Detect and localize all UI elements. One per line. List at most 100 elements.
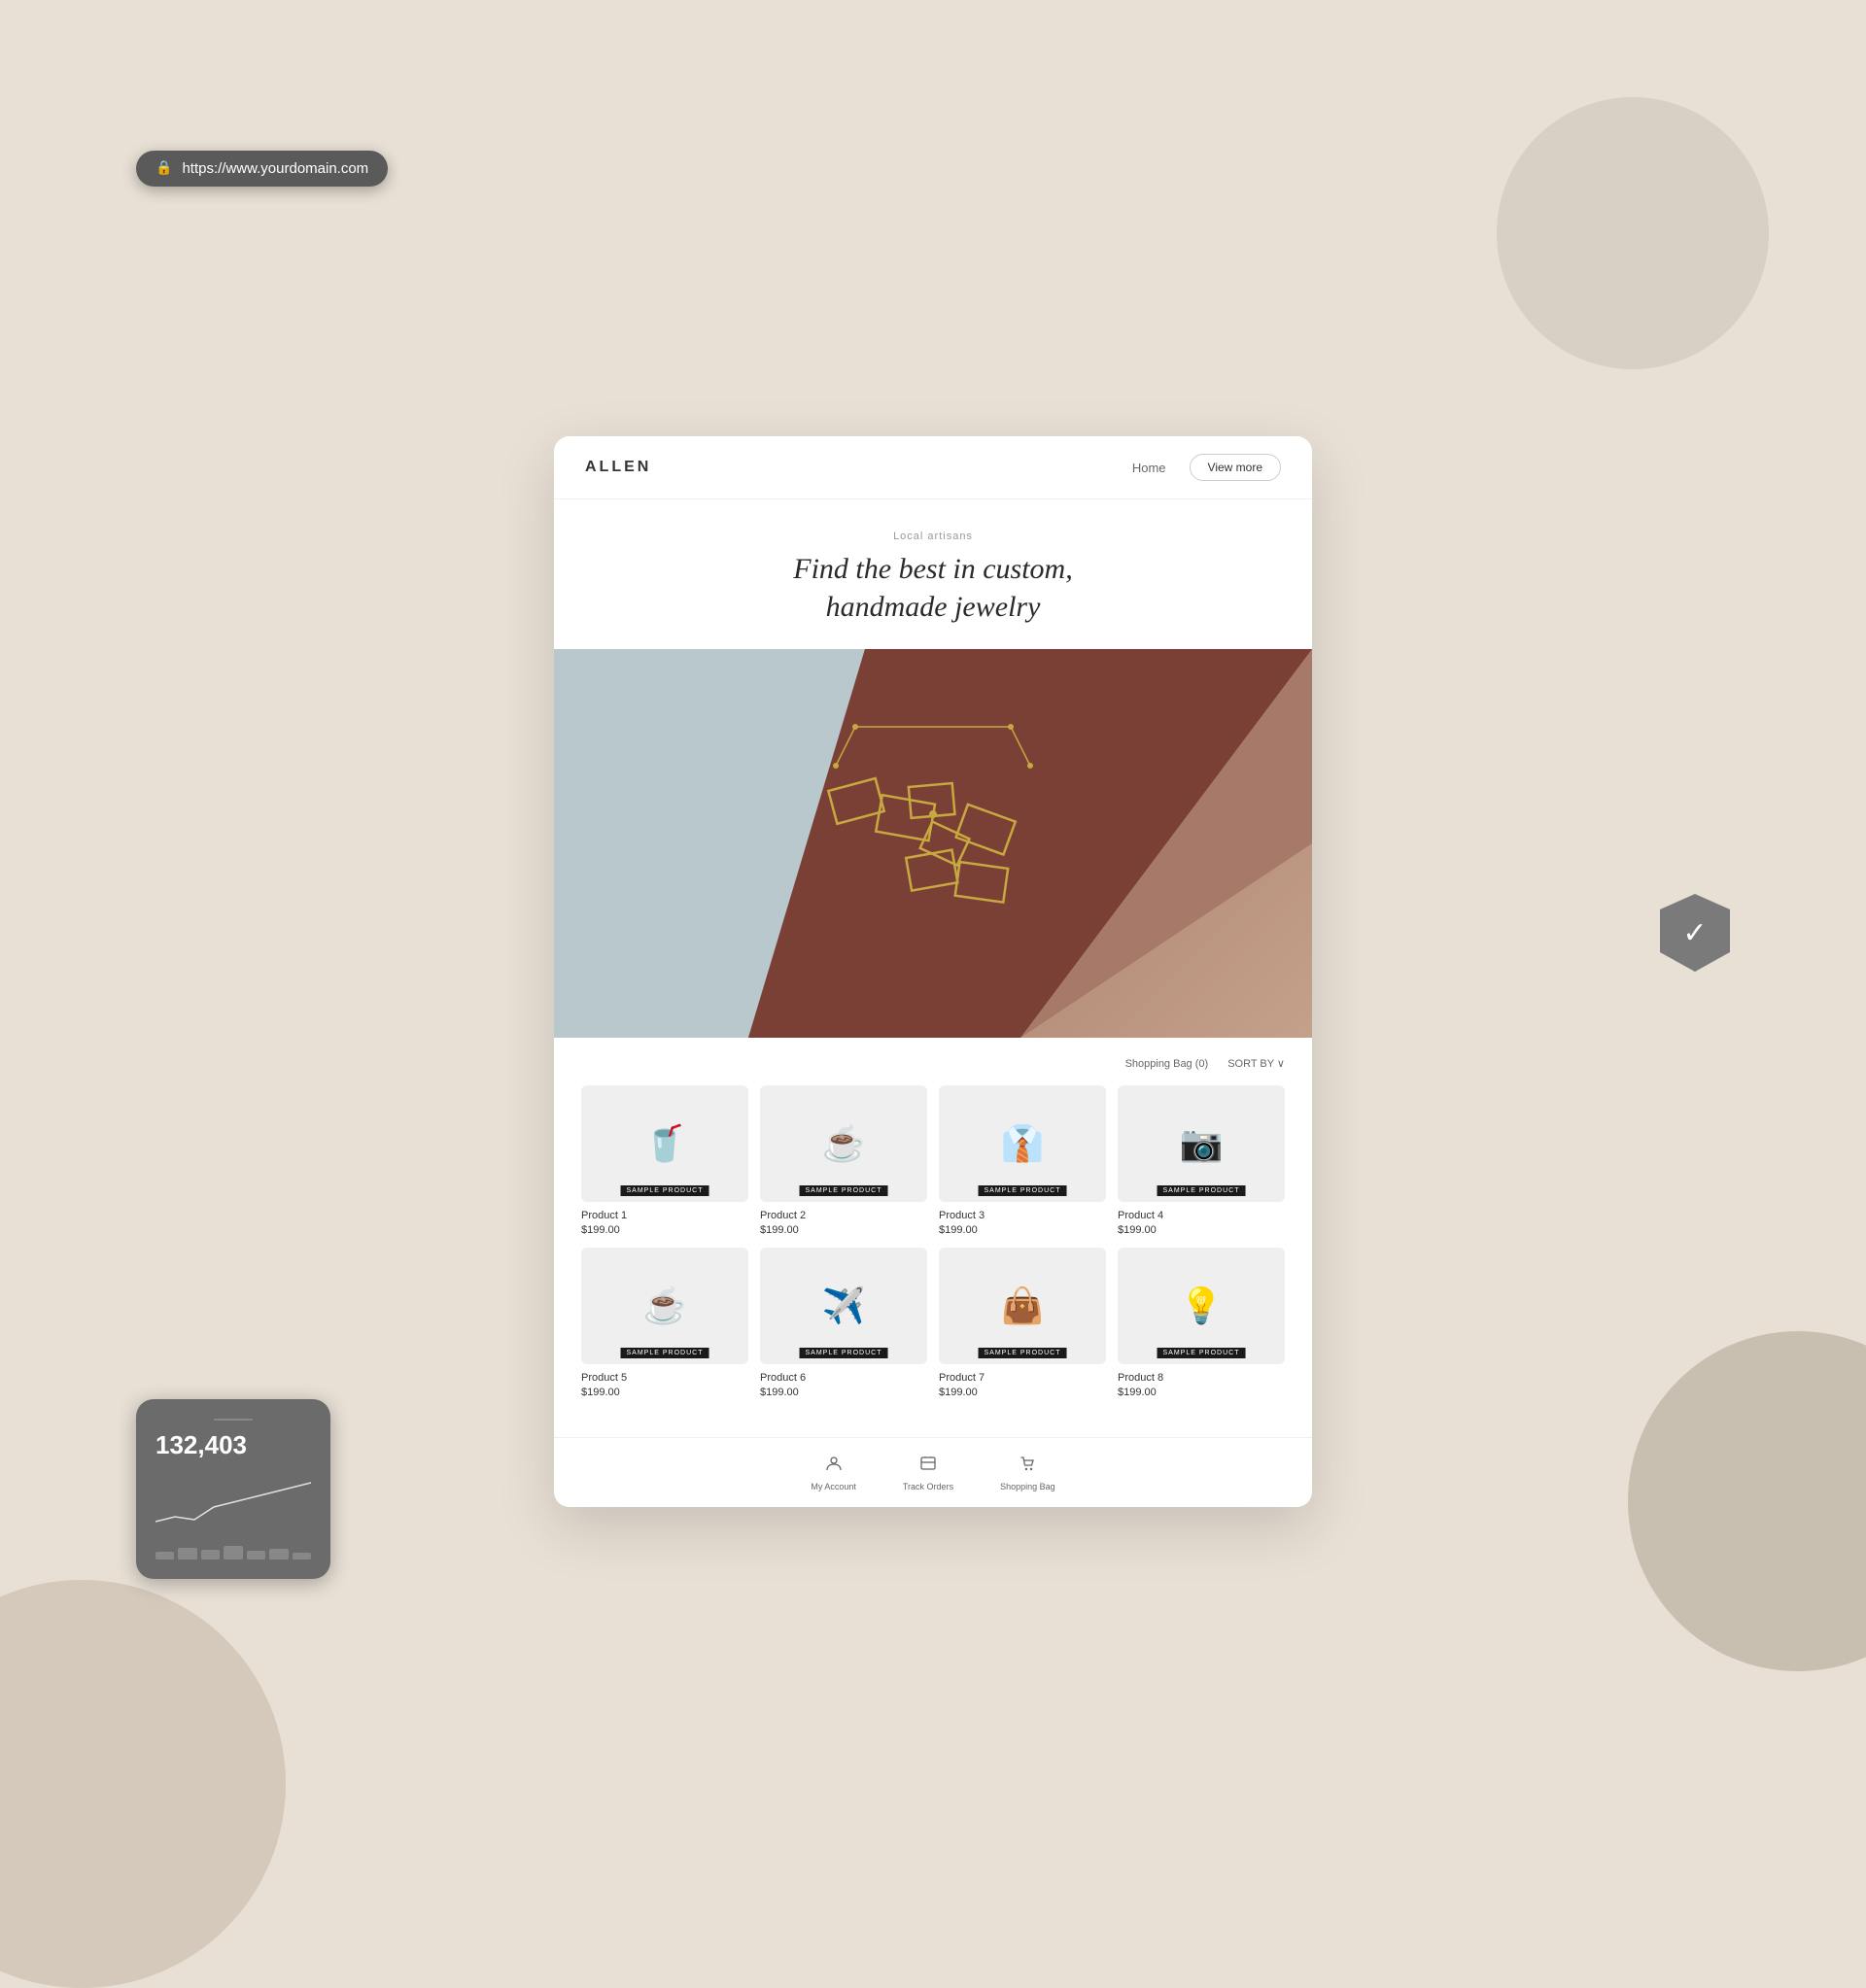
product-card-8[interactable]: 💡 SAMPLE PRODUCT Product 8 $199.00 (1118, 1248, 1285, 1398)
product-name-7: Product 7 (939, 1372, 1106, 1384)
product-badge-6: SAMPLE PRODUCT (800, 1348, 888, 1358)
product-icon-8: 💡 (1180, 1285, 1224, 1326)
url-bar[interactable]: 🔒 https://www.yourdomain.com (136, 151, 388, 187)
product-icon-2: ☕ (822, 1123, 866, 1164)
stats-widget: 132,403 (136, 1399, 330, 1579)
bar-5 (247, 1551, 265, 1560)
product-name-5: Product 5 (581, 1372, 748, 1384)
product-badge-5: SAMPLE PRODUCT (621, 1348, 709, 1358)
site-logo: ALLEN (585, 459, 651, 476)
nav-home-link[interactable]: Home (1132, 461, 1166, 475)
product-price-6: $199.00 (760, 1387, 927, 1398)
bottom-nav-icon-1 (918, 1454, 938, 1478)
checkmark-icon: ✓ (1682, 916, 1707, 950)
bottom-nav-label-1: Track Orders (903, 1482, 953, 1491)
product-badge-4: SAMPLE PRODUCT (1158, 1185, 1246, 1196)
product-image-bg-1: 🥤 (581, 1085, 748, 1202)
bottom-nav-item-my-account[interactable]: My Account (811, 1454, 856, 1491)
hero-title-line1: Find the best in custom, (793, 553, 1072, 585)
shopping-bag-label: Shopping Bag (0) (1125, 1058, 1209, 1070)
product-image-6: ✈️ SAMPLE PRODUCT (760, 1248, 927, 1364)
bg-shape-left (0, 1580, 286, 1988)
product-card-1[interactable]: 🥤 SAMPLE PRODUCT Product 1 $199.00 (581, 1085, 748, 1236)
url-text: https://www.yourdomain.com (182, 160, 368, 177)
products-header: Shopping Bag (0) SORT BY ∨ (581, 1057, 1285, 1070)
product-image-bg-8: 💡 (1118, 1248, 1285, 1364)
bg-shape-right (1628, 1331, 1866, 1671)
bottom-nav-item-track-orders[interactable]: Track Orders (903, 1454, 953, 1491)
product-image-bg-3: 👔 (939, 1085, 1106, 1202)
widget-handle (214, 1419, 253, 1421)
lock-icon: 🔒 (156, 160, 172, 177)
product-image-bg-2: ☕ (760, 1085, 927, 1202)
bg-shape-top-right (1497, 97, 1769, 369)
bottom-nav: My Account Track Orders Shopping Bag (554, 1437, 1312, 1507)
product-name-6: Product 6 (760, 1372, 927, 1384)
bar-4 (224, 1546, 242, 1560)
product-name-4: Product 4 (1118, 1210, 1285, 1221)
site-header: ALLEN Home View more (554, 436, 1312, 499)
bottom-nav-icon-2 (1018, 1454, 1037, 1478)
product-price-4: $199.00 (1118, 1224, 1285, 1236)
product-price-5: $199.00 (581, 1387, 748, 1398)
bottom-nav-item-shopping-bag[interactable]: Shopping Bag (1000, 1454, 1055, 1491)
product-card-6[interactable]: ✈️ SAMPLE PRODUCT Product 6 $199.00 (760, 1248, 927, 1398)
product-name-1: Product 1 (581, 1210, 748, 1221)
hero-image (554, 649, 1312, 1038)
browser-window: ALLEN Home View more Local artisans Find… (554, 436, 1312, 1507)
product-image-8: 💡 SAMPLE PRODUCT (1118, 1248, 1285, 1364)
product-icon-3: 👔 (1001, 1123, 1045, 1164)
hero-title: Find the best in custom, handmade jewelr… (577, 550, 1289, 626)
hero-subtitle: Local artisans (577, 531, 1289, 542)
product-image-3: 👔 SAMPLE PRODUCT (939, 1085, 1106, 1202)
product-image-2: ☕ SAMPLE PRODUCT (760, 1085, 927, 1202)
product-image-bg-7: 👜 (939, 1248, 1106, 1364)
stats-bars (156, 1546, 311, 1560)
product-icon-6: ✈️ (822, 1285, 866, 1326)
product-card-4[interactable]: 📷 SAMPLE PRODUCT Product 4 $199.00 (1118, 1085, 1285, 1236)
product-card-2[interactable]: ☕ SAMPLE PRODUCT Product 2 $199.00 (760, 1085, 927, 1236)
hero-section: Local artisans Find the best in custom, … (554, 499, 1312, 649)
product-name-3: Product 3 (939, 1210, 1106, 1221)
bottom-nav-icon-0 (824, 1454, 844, 1478)
products-grid: 🥤 SAMPLE PRODUCT Product 1 $199.00 ☕ SAM… (581, 1085, 1285, 1398)
bar-6 (269, 1549, 288, 1560)
stats-chart (156, 1468, 311, 1541)
bottom-nav-label-0: My Account (811, 1482, 856, 1491)
product-icon-7: 👜 (1001, 1285, 1045, 1326)
product-image-5: ☕ SAMPLE PRODUCT (581, 1248, 748, 1364)
product-image-bg-4: 📷 (1118, 1085, 1285, 1202)
bar-3 (201, 1550, 220, 1560)
product-icon-1: 🥤 (643, 1123, 687, 1164)
stats-number: 132,403 (156, 1430, 311, 1460)
product-image-7: 👜 SAMPLE PRODUCT (939, 1248, 1106, 1364)
product-badge-2: SAMPLE PRODUCT (800, 1185, 888, 1196)
product-price-8: $199.00 (1118, 1387, 1285, 1398)
bottom-nav-label-2: Shopping Bag (1000, 1482, 1055, 1491)
product-image-bg-6: ✈️ (760, 1248, 927, 1364)
sort-by-button[interactable]: SORT BY ∨ (1227, 1057, 1285, 1070)
security-badge: ✓ (1660, 894, 1730, 972)
product-image-1: 🥤 SAMPLE PRODUCT (581, 1085, 748, 1202)
product-icon-5: ☕ (643, 1285, 687, 1326)
bar-7 (293, 1553, 311, 1560)
product-image-4: 📷 SAMPLE PRODUCT (1118, 1085, 1285, 1202)
product-badge-8: SAMPLE PRODUCT (1158, 1348, 1246, 1358)
product-price-1: $199.00 (581, 1224, 748, 1236)
product-card-3[interactable]: 👔 SAMPLE PRODUCT Product 3 $199.00 (939, 1085, 1106, 1236)
product-name-8: Product 8 (1118, 1372, 1285, 1384)
product-price-7: $199.00 (939, 1387, 1106, 1398)
site-nav: Home View more (1132, 454, 1281, 481)
product-badge-7: SAMPLE PRODUCT (979, 1348, 1067, 1358)
product-image-bg-5: ☕ (581, 1248, 748, 1364)
products-section: Shopping Bag (0) SORT BY ∨ 🥤 SAMPLE PROD… (554, 1038, 1312, 1437)
product-price-2: $199.00 (760, 1224, 927, 1236)
view-more-button[interactable]: View more (1190, 454, 1281, 481)
bar-1 (156, 1552, 174, 1560)
hero-title-line2: handmade jewelry (826, 591, 1041, 623)
product-card-7[interactable]: 👜 SAMPLE PRODUCT Product 7 $199.00 (939, 1248, 1106, 1398)
product-badge-3: SAMPLE PRODUCT (979, 1185, 1067, 1196)
product-price-3: $199.00 (939, 1224, 1106, 1236)
product-card-5[interactable]: ☕ SAMPLE PRODUCT Product 5 $199.00 (581, 1248, 748, 1398)
product-badge-1: SAMPLE PRODUCT (621, 1185, 709, 1196)
